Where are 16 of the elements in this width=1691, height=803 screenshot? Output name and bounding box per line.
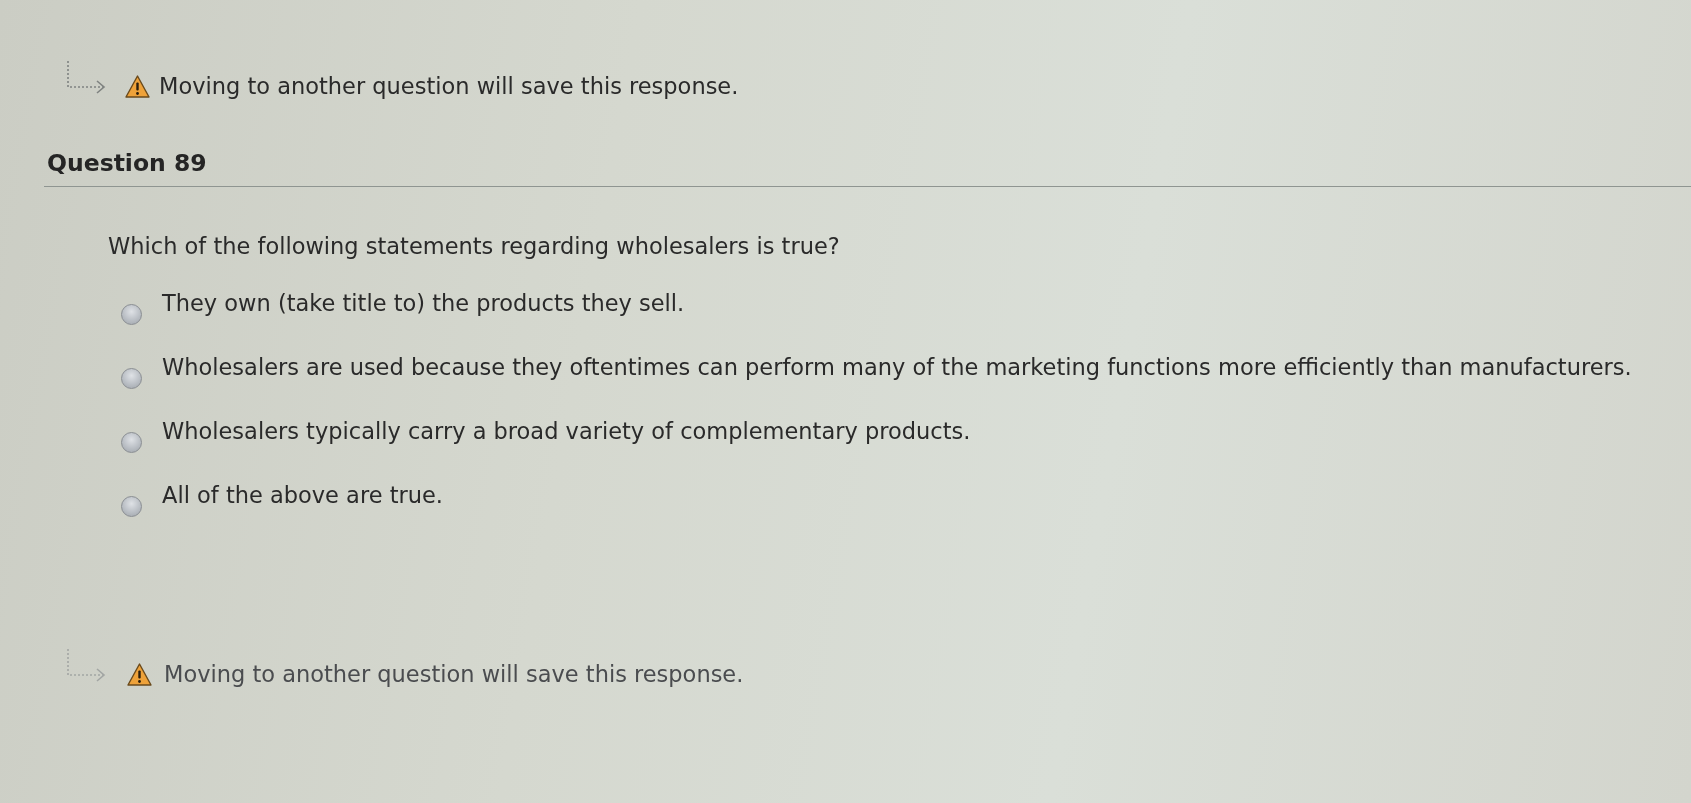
dotted-arrow-icon [65, 60, 107, 96]
warning-icon [127, 662, 152, 686]
question-prompt: Which of the following statements regarding wholesalers is true? [108, 232, 840, 261]
save-notice: Moving to another question will save this response. [159, 72, 739, 101]
radio-button[interactable] [121, 304, 142, 325]
answer-option-label[interactable]: All of the above are true. [162, 480, 443, 510]
answer-option-label[interactable]: Wholesalers are used because they oftentimes can perform many of the marketing functions more efficiently than manufacturers. [162, 352, 1632, 382]
answer-option-label[interactable]: Wholesalers typically carry a broad variety of complementary products. [162, 416, 971, 446]
radio-button[interactable] [121, 432, 142, 453]
save-notice: Moving to another question will save this response. [164, 660, 744, 689]
radio-button[interactable] [121, 496, 142, 517]
question-title: Question 89 [47, 149, 207, 177]
warning-icon [125, 74, 150, 98]
radio-button[interactable] [121, 368, 142, 389]
answer-option-label[interactable]: They own (take title to) the products they sell. [162, 288, 685, 318]
dotted-arrow-icon [65, 648, 107, 684]
